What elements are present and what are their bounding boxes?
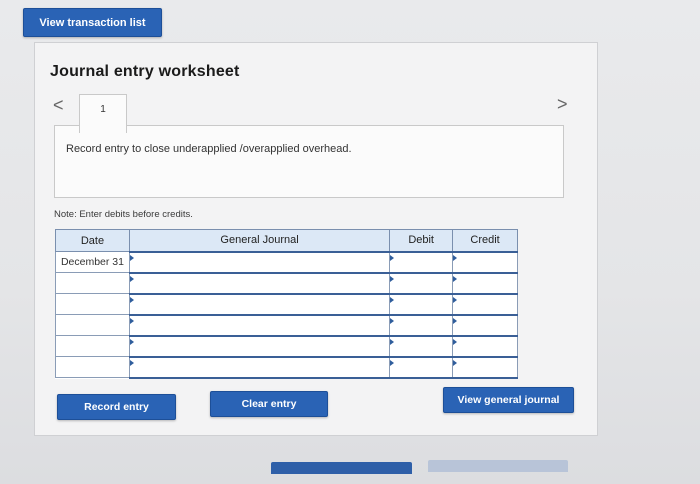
credit-input[interactable] [452,292,518,316]
table-row [55,355,518,379]
general-journal-column-header: General Journal [128,229,391,252]
credit-input[interactable] [452,355,518,379]
worksheet-title: Journal entry worksheet [50,63,240,80]
date-cell[interactable] [55,272,130,294]
debit-input[interactable] [389,355,454,379]
journal-grid: Date General Journal Debit Credit Decemb… [55,229,518,379]
tab-entry-1[interactable]: 1 [79,94,127,133]
previous-arrow-icon[interactable]: < [53,95,65,115]
instruction-box: Record entry to close underapplied /over… [54,125,564,198]
bottom-button-partial-disabled [428,460,568,472]
table-row [55,292,518,316]
date-cell[interactable] [55,356,130,378]
table-row: December 31 [55,250,518,274]
credit-input[interactable] [452,313,518,337]
credit-input[interactable] [452,271,518,295]
journal-account-input[interactable] [128,355,391,379]
table-row [55,271,518,295]
clear-entry-button[interactable]: Clear entry [210,391,328,417]
journal-account-input[interactable] [128,334,391,358]
date-cell[interactable]: December 31 [55,251,130,273]
debit-input[interactable] [389,313,454,337]
date-cell[interactable] [55,293,130,315]
table-row [55,334,518,358]
credit-column-header: Credit [452,229,518,252]
date-column-header: Date [55,229,130,252]
table-row [55,313,518,337]
view-transaction-list-button[interactable]: View transaction list [23,8,162,37]
credit-input[interactable] [452,334,518,358]
debit-input[interactable] [389,334,454,358]
next-arrow-icon[interactable]: > [557,94,569,114]
bottom-button-partial[interactable] [271,462,412,474]
journal-account-input[interactable] [128,250,391,274]
debit-input[interactable] [389,292,454,316]
credit-input[interactable] [452,250,518,274]
date-cell[interactable] [55,314,130,336]
debit-input[interactable] [389,271,454,295]
journal-account-input[interactable] [128,292,391,316]
grid-header-row: Date General Journal Debit Credit [55,229,518,252]
journal-entry-worksheet-panel: Journal entry worksheet < 1 > Record ent… [34,42,598,436]
note-text: Note: Enter debits before credits. [54,209,193,220]
date-cell[interactable] [55,335,130,357]
instruction-text: Record entry to close underapplied /over… [66,143,352,155]
view-general-journal-button[interactable]: View general journal [443,387,574,413]
journal-account-input[interactable] [128,313,391,337]
debit-column-header: Debit [389,229,454,252]
record-entry-button[interactable]: Record entry [57,394,176,420]
journal-account-input[interactable] [128,271,391,295]
debit-input[interactable] [389,250,454,274]
